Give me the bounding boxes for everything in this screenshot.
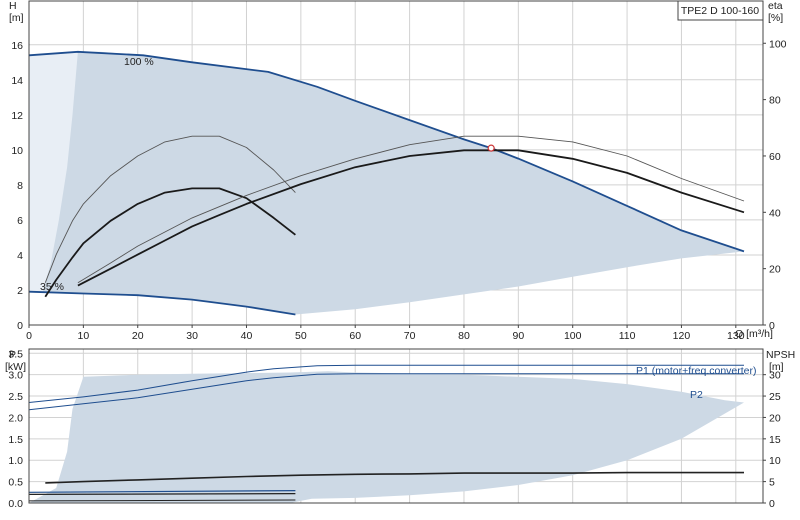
p1-label: P1 (motor+freq.converter) bbox=[636, 365, 757, 377]
x-tick-label-12: 120 bbox=[673, 330, 691, 342]
npsh-tick-label-2: 10 bbox=[769, 455, 781, 467]
head-axis-label: H bbox=[9, 0, 17, 12]
p-low-curve-3 bbox=[28, 493, 296, 495]
eta-tick-label-4: 80 bbox=[769, 95, 781, 107]
x-tick-label-11: 110 bbox=[619, 330, 636, 342]
power-tick-label-1: 0.5 bbox=[8, 477, 23, 489]
npsh-tick-label-0: 0 bbox=[769, 498, 775, 510]
x-tick-label-9: 90 bbox=[512, 330, 524, 342]
power-axis-label: P bbox=[9, 349, 16, 361]
eta-tick-label-5: 100 bbox=[769, 38, 787, 50]
head-efficiency-panel: 0 10 20 30 40 50 60 70 80 90 100 110 120 130024681012… bbox=[9, 0, 787, 342]
p2-label: P2 bbox=[690, 389, 703, 401]
head-tick-label-2: 4 bbox=[17, 250, 23, 262]
npsh-tick-label-1: 5 bbox=[769, 477, 775, 489]
x-tick-label-7: 70 bbox=[404, 330, 416, 342]
power-tick-label-2: 1.0 bbox=[8, 455, 23, 467]
eta-tick-label-2: 40 bbox=[769, 207, 781, 219]
x-tick-label-3: 30 bbox=[186, 330, 198, 342]
operating-point-marker bbox=[487, 144, 495, 152]
head-tick-label-3: 6 bbox=[17, 215, 23, 227]
speed-label-35: 35 % bbox=[40, 281, 64, 293]
head-axis-unit: [m] bbox=[9, 12, 24, 24]
head-tick-label-0: 0 bbox=[17, 320, 23, 332]
npsh-axis-unit: [m] bbox=[769, 361, 784, 373]
head-tick-label-4: 8 bbox=[17, 180, 23, 192]
x-tick-label-5: 50 bbox=[295, 330, 307, 342]
eta-axis-unit: [%] bbox=[768, 12, 783, 24]
power-axis-unit: [kW] bbox=[5, 361, 26, 373]
x-tick-label-10: 100 bbox=[564, 330, 582, 342]
x-tick-label-4: 40 bbox=[241, 330, 253, 342]
power-npsh-panel: 0.00.51.01.52.02.53.03.5051015202530 P [… bbox=[5, 348, 795, 510]
chart-title: TPE2 D 100-160 bbox=[681, 5, 759, 17]
head-tick-label-8: 16 bbox=[11, 40, 23, 52]
flow-axis-label: Q [m³/h] bbox=[735, 328, 773, 340]
eta-axis-label: eta bbox=[768, 0, 783, 12]
x-tick-label-0: 0 bbox=[26, 330, 32, 342]
x-tick-label-6: 60 bbox=[349, 330, 361, 342]
head-tick-label-1: 2 bbox=[17, 285, 23, 297]
power-tick-label-0: 0.0 bbox=[8, 498, 23, 510]
npsh-tick-label-3: 15 bbox=[769, 434, 781, 446]
x-tick-label-2: 20 bbox=[132, 330, 144, 342]
power-tick-label-5: 2.5 bbox=[8, 391, 23, 403]
eta-tick-label-1: 20 bbox=[769, 264, 781, 276]
npsh-axis-label: NPSH bbox=[766, 349, 795, 361]
power-tick-label-4: 2.0 bbox=[8, 412, 23, 424]
x-tick-label-8: 80 bbox=[458, 330, 470, 342]
head-tick-label-6: 12 bbox=[11, 110, 23, 122]
npsh-tick-label-4: 20 bbox=[769, 412, 781, 424]
head-tick-label-7: 14 bbox=[11, 75, 23, 87]
x-tick-label-1: 10 bbox=[78, 330, 90, 342]
power-tick-label-3: 1.5 bbox=[8, 434, 23, 446]
speed-label-100: 100 % bbox=[124, 56, 154, 68]
eta-tick-label-3: 60 bbox=[769, 151, 781, 163]
head-tick-label-5: 10 bbox=[11, 145, 23, 157]
pump-curve-chart: 0 10 20 30 40 50 60 70 80 90 100 110 120 130024681012… bbox=[0, 0, 800, 520]
npsh-tick-label-5: 25 bbox=[769, 391, 781, 403]
